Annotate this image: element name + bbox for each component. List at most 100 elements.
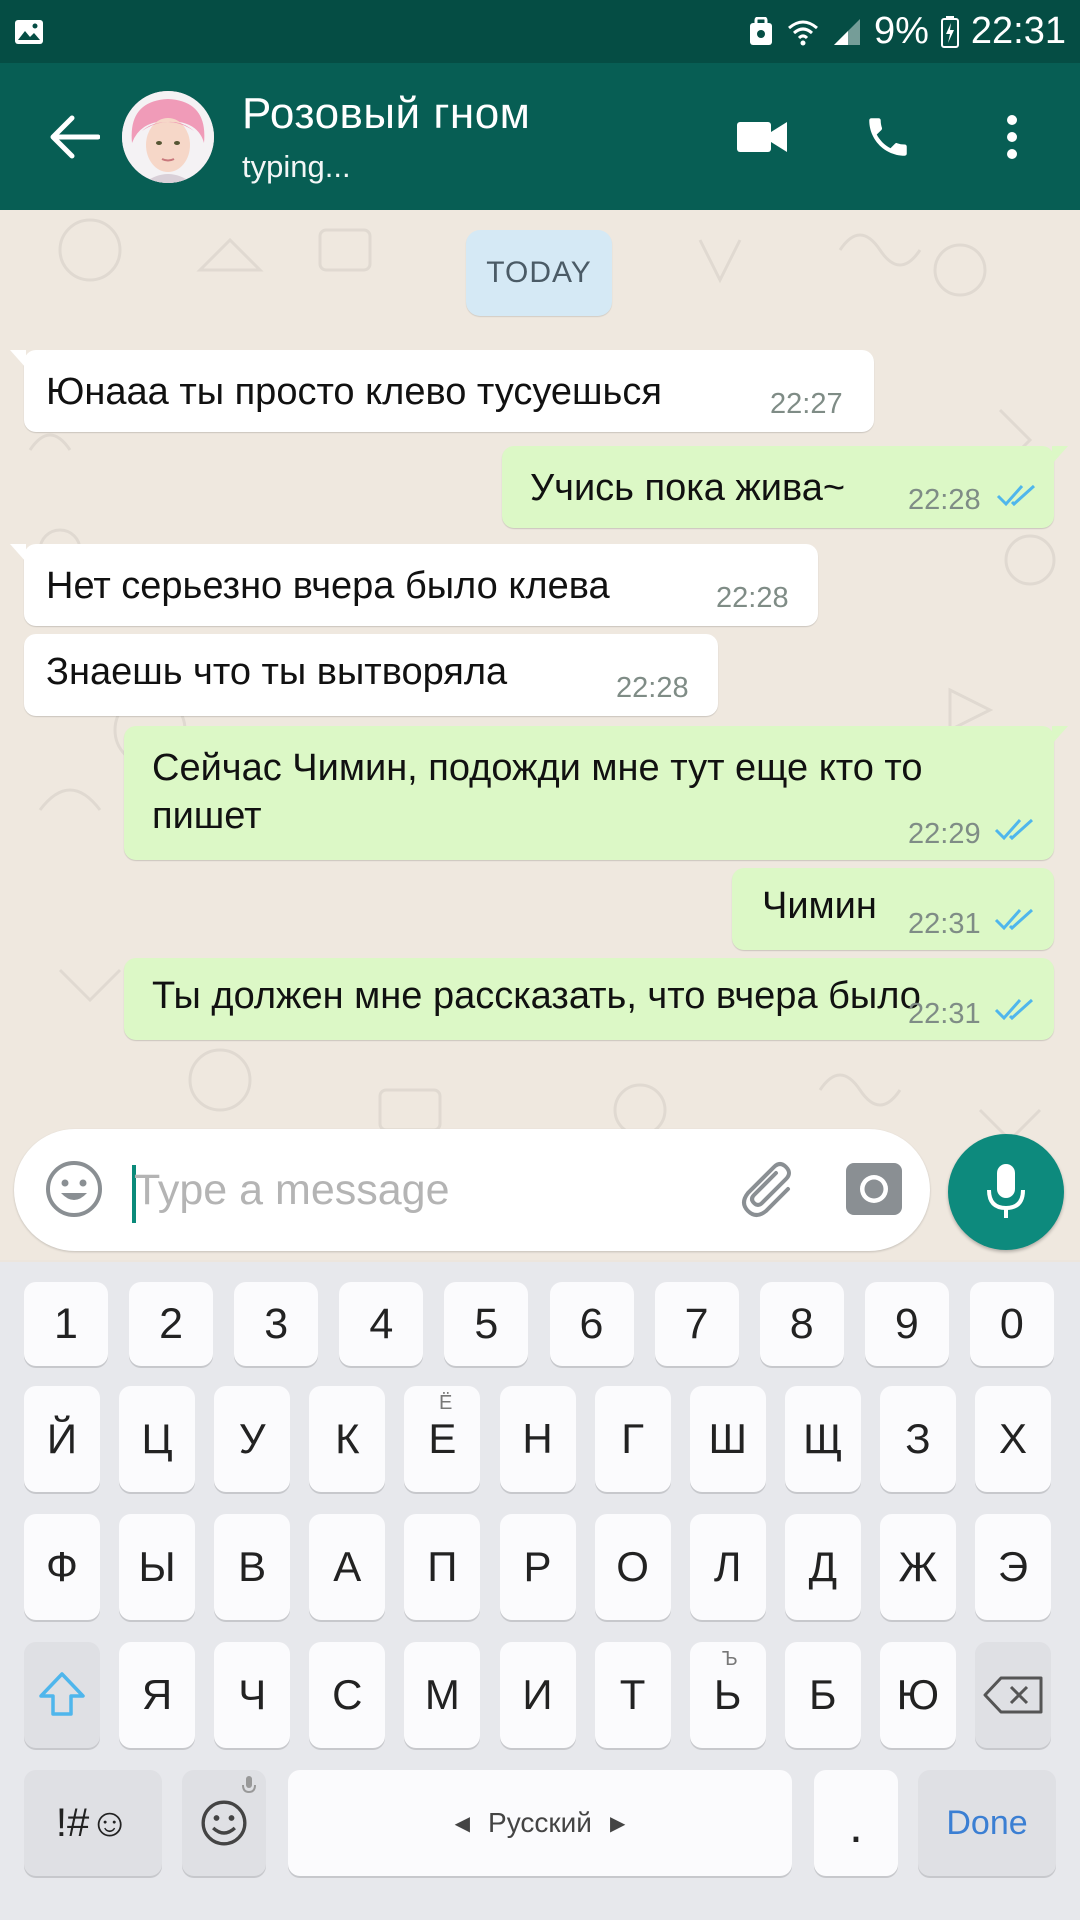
composer xyxy=(0,1125,1080,1260)
video-call-button[interactable] xyxy=(714,89,810,185)
key-Щ[interactable]: Щ xyxy=(784,1386,861,1492)
message-outgoing[interactable]: Чимин 22:31 xyxy=(732,868,1054,950)
key-label: Ю xyxy=(896,1671,940,1718)
camera-icon[interactable] xyxy=(844,1159,904,1219)
key-Ы[interactable]: Ы xyxy=(119,1514,196,1620)
key-Р[interactable]: Р xyxy=(499,1514,576,1620)
key-4[interactable]: 4 xyxy=(339,1282,424,1366)
key-Х[interactable]: Х xyxy=(975,1386,1051,1492)
key-Э[interactable]: Э xyxy=(975,1514,1051,1620)
key-Г[interactable]: Г xyxy=(594,1386,671,1492)
key-Ч[interactable]: Ч xyxy=(214,1642,291,1748)
emoji-key[interactable] xyxy=(182,1770,266,1876)
chat-area[interactable]: TODAY Юнааа ты просто клево тусуешься 22… xyxy=(0,210,1080,1260)
phone-icon xyxy=(869,117,907,156)
microphone-icon xyxy=(242,1776,256,1794)
message-outgoing[interactable]: Учись пока жива~ 22:28 xyxy=(502,446,1068,528)
key-Ь[interactable]: ЬЪ xyxy=(689,1642,766,1748)
key-О[interactable]: О xyxy=(594,1514,671,1620)
key-Ф[interactable]: Ф xyxy=(24,1514,100,1620)
key-label: Е xyxy=(428,1415,457,1462)
key-А[interactable]: А xyxy=(309,1514,386,1620)
message-input-box[interactable] xyxy=(14,1129,930,1251)
key-label: М xyxy=(424,1671,460,1718)
key-label: Р xyxy=(523,1543,552,1590)
symbols-key[interactable]: !#☺ xyxy=(24,1770,162,1876)
key-Ю[interactable]: Ю xyxy=(879,1642,956,1748)
key-Я[interactable]: Я xyxy=(119,1642,196,1748)
emoji-icon[interactable] xyxy=(44,1159,104,1219)
key-Е[interactable]: ЕЁ xyxy=(404,1386,481,1492)
key-Й[interactable]: Й xyxy=(24,1386,100,1492)
message-incoming[interactable]: Знаешь что ты вытворяла 22:28 xyxy=(24,634,718,716)
signal-icon xyxy=(832,17,862,47)
back-button[interactable] xyxy=(30,93,118,181)
done-key[interactable]: Done xyxy=(918,1770,1056,1876)
key-М[interactable]: М xyxy=(404,1642,481,1748)
key-label: О xyxy=(616,1543,649,1590)
avatar[interactable] xyxy=(122,90,214,183)
key-П[interactable]: П xyxy=(404,1514,481,1620)
key-0[interactable]: 0 xyxy=(969,1282,1054,1366)
key-label: Э xyxy=(997,1543,1029,1590)
message-incoming[interactable]: Нет серьезно вчера было клева 22:28 xyxy=(10,544,818,626)
key-label: Ч xyxy=(238,1671,267,1718)
voice-call-button[interactable] xyxy=(840,89,936,185)
chevron-right-icon: ▶ xyxy=(609,1812,626,1835)
key-Л[interactable]: Л xyxy=(689,1514,766,1620)
key-5[interactable]: 5 xyxy=(444,1282,529,1366)
key-label: 2 xyxy=(159,1299,184,1348)
key-label: Г xyxy=(621,1415,644,1462)
key-label: К xyxy=(335,1415,360,1462)
backspace-icon xyxy=(983,1676,1043,1714)
key-1[interactable]: 1 xyxy=(24,1282,108,1366)
key-8[interactable]: 8 xyxy=(759,1282,844,1366)
key-С[interactable]: С xyxy=(309,1642,386,1748)
battery-icon xyxy=(940,15,959,48)
read-ticks-icon xyxy=(994,818,1034,841)
key-label: Я xyxy=(141,1671,173,1718)
contact-name: Розовый гном xyxy=(242,88,531,138)
key-Б[interactable]: Б xyxy=(784,1642,861,1748)
backspace-key[interactable] xyxy=(975,1642,1051,1748)
message-text: Нет серьезно вчера было клева xyxy=(46,565,610,607)
gallery-icon xyxy=(14,19,44,45)
key-В[interactable]: В xyxy=(214,1514,291,1620)
period-key[interactable]: . xyxy=(814,1770,898,1876)
video-camera-icon xyxy=(737,121,787,152)
key-label: Х xyxy=(998,1415,1027,1462)
shift-key[interactable] xyxy=(24,1642,100,1748)
key-2[interactable]: 2 xyxy=(129,1282,214,1366)
voice-record-button[interactable] xyxy=(948,1134,1064,1250)
paperclip-icon[interactable] xyxy=(736,1157,802,1223)
message-outgoing[interactable]: Сейчас Чимин, подожди мне тут еще кто то… xyxy=(124,726,1068,860)
key-К[interactable]: К xyxy=(309,1386,386,1492)
contact-title-block[interactable]: Розовый гном typing... xyxy=(242,89,530,185)
key-label: 1 xyxy=(54,1299,78,1348)
message-text: Юнааа ты просто клево тусуешься xyxy=(46,371,662,413)
key-Н[interactable]: Н xyxy=(499,1386,576,1492)
emoji-icon xyxy=(201,1800,247,1846)
key-Ж[interactable]: Ж xyxy=(879,1514,956,1620)
key-У[interactable]: У xyxy=(214,1386,291,1492)
key-Д[interactable]: Д xyxy=(784,1514,861,1620)
more-options-button[interactable] xyxy=(964,89,1060,185)
read-ticks-icon xyxy=(994,908,1034,931)
message-text: Чимин xyxy=(762,885,877,927)
message-time: 22:28 xyxy=(716,582,789,614)
key-3[interactable]: 3 xyxy=(234,1282,319,1366)
key-9[interactable]: 9 xyxy=(864,1282,949,1366)
message-incoming[interactable]: Юнааа ты просто клево тусуешься 22:27 xyxy=(10,350,874,432)
key-label: 5 xyxy=(474,1299,499,1348)
message-outgoing[interactable]: Ты должен мне рассказать, что вчера было… xyxy=(124,958,1054,1040)
message-input[interactable] xyxy=(134,1155,694,1225)
key-label: Л xyxy=(713,1543,742,1590)
key-6[interactable]: 6 xyxy=(549,1282,634,1366)
key-Ш[interactable]: Ш xyxy=(689,1386,766,1492)
key-З[interactable]: З xyxy=(879,1386,956,1492)
key-Т[interactable]: Т xyxy=(594,1642,671,1748)
key-И[interactable]: И xyxy=(499,1642,576,1748)
key-Ц[interactable]: Ц xyxy=(119,1386,196,1492)
space-key[interactable]: ◀ Русский ▶ xyxy=(288,1770,792,1876)
key-7[interactable]: 7 xyxy=(654,1282,739,1366)
